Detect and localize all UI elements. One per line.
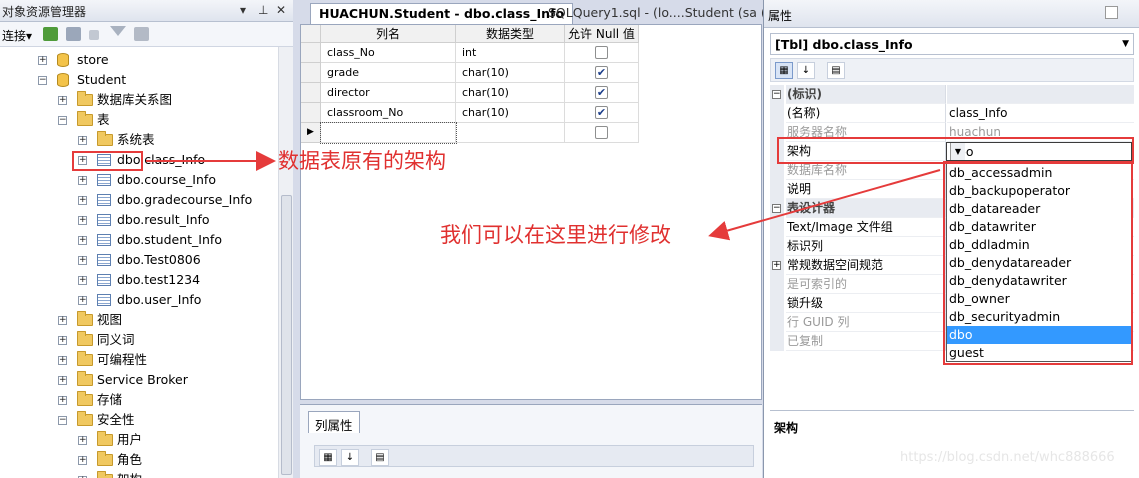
arrow-to-modify-note (708, 169, 941, 241)
watermark: https://blog.csdn.net/whc888666 (900, 450, 1115, 465)
annotation-modify-here: 我们可以在这里进行修改 (440, 223, 671, 247)
annotation-original-schema: 数据表原有的架构 (278, 149, 446, 173)
